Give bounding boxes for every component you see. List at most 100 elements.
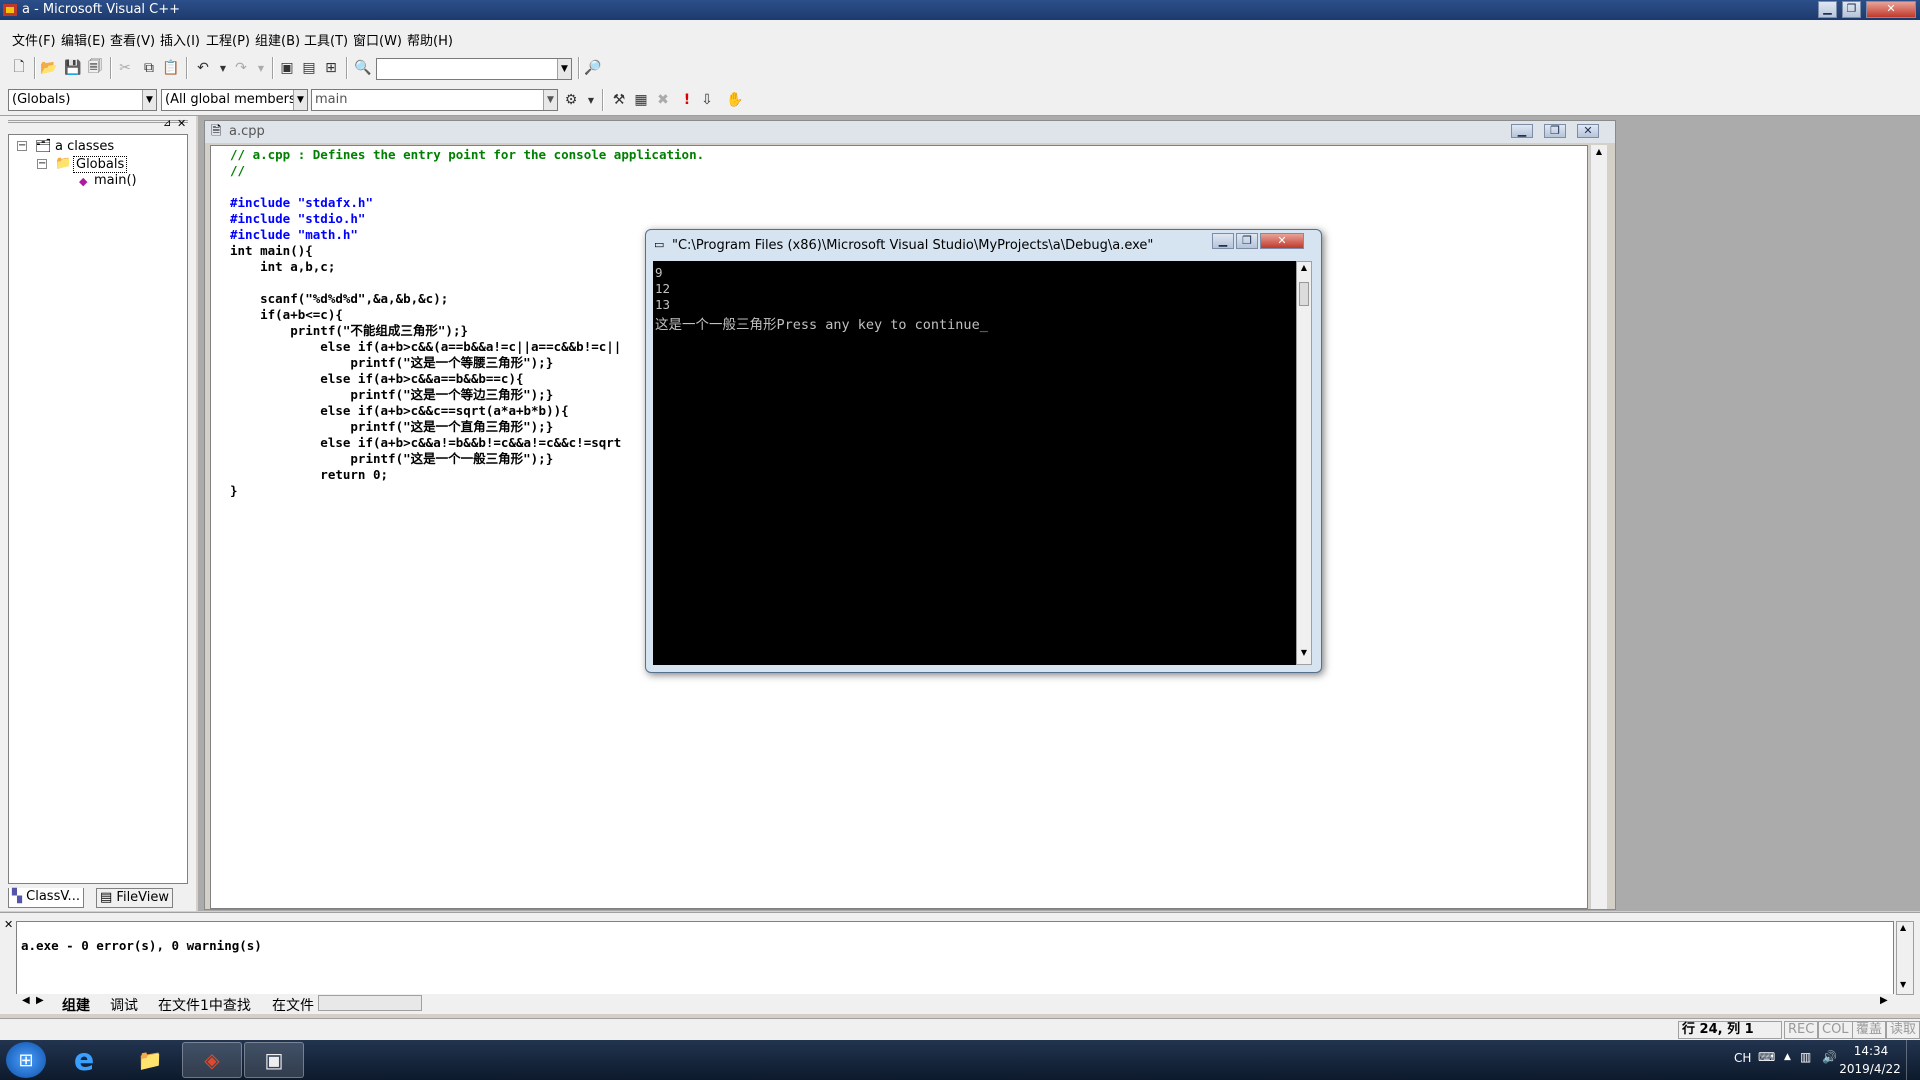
scope-combo[interactable]: (Globals) ▼ bbox=[8, 89, 157, 111]
find-in-files-icon[interactable]: 🔍 bbox=[352, 57, 374, 79]
clock-time[interactable]: 14:34 bbox=[1850, 1044, 1892, 1058]
doc-minimize-button[interactable]: ▁ bbox=[1511, 124, 1533, 138]
keyboard-icon[interactable]: ⌨ bbox=[1758, 1050, 1775, 1064]
tab-classview[interactable]: ▚ ClassV... bbox=[8, 888, 84, 908]
editor-scrollbar[interactable]: ▲ bbox=[1590, 145, 1607, 909]
console-taskbar-icon[interactable]: ▣ bbox=[244, 1042, 304, 1078]
tab-find-in-files-2[interactable]: 在文件 bbox=[272, 995, 314, 1015]
menu-edit[interactable]: 编辑(E) bbox=[61, 30, 105, 49]
chevron-down-icon[interactable]: ▼ bbox=[543, 90, 557, 110]
compile-icon[interactable]: ⚒ bbox=[608, 89, 630, 111]
go-icon[interactable]: ⇩ bbox=[696, 89, 718, 111]
doc-close-button[interactable]: ✕ bbox=[1577, 124, 1599, 138]
open-icon[interactable]: 📂 bbox=[38, 57, 60, 79]
language-indicator[interactable]: CH bbox=[1734, 1051, 1751, 1065]
close-button[interactable]: ✕ bbox=[1866, 1, 1916, 18]
clock-date[interactable]: 2019/4/22 bbox=[1838, 1062, 1902, 1076]
workspace-toggle-icon[interactable]: ▣ bbox=[276, 57, 298, 79]
menu-build[interactable]: 组建(B) bbox=[255, 30, 300, 49]
menu-project[interactable]: 工程(P) bbox=[206, 30, 250, 49]
build-icon[interactable]: ▦ bbox=[630, 89, 652, 111]
wizard-action-icon[interactable]: ⚙ bbox=[560, 89, 582, 111]
stop-build-icon[interactable]: ✖ bbox=[652, 89, 674, 111]
start-button[interactable]: ⊞ bbox=[6, 1042, 46, 1078]
menu-view[interactable]: 查看(V) bbox=[110, 30, 155, 49]
tab-scroll-left-icon[interactable]: ◀ bbox=[22, 995, 30, 1006]
ie-icon[interactable]: e bbox=[54, 1042, 114, 1078]
redo-dropdown-icon[interactable]: ▼ bbox=[250, 57, 272, 79]
function-combo[interactable]: main ▼ bbox=[311, 89, 558, 111]
console-scroll-thumb[interactable] bbox=[1299, 282, 1309, 306]
workspace-grip[interactable] bbox=[8, 120, 188, 130]
save-icon[interactable]: 💾 bbox=[62, 57, 84, 79]
show-hidden-icons-icon[interactable]: ▲ bbox=[1784, 1052, 1791, 1062]
show-desktop-button[interactable] bbox=[1906, 1040, 1920, 1080]
scroll-right-icon[interactable]: ▶ bbox=[1880, 995, 1888, 1006]
cpp-file-icon: 🗎 bbox=[211, 124, 222, 139]
tab-scroll-right-icon[interactable]: ▶ bbox=[36, 995, 44, 1006]
close-pane-icon[interactable]: ✕ bbox=[177, 117, 186, 130]
undo-icon[interactable]: ↶ bbox=[192, 57, 214, 79]
redo-icon[interactable]: ↷ bbox=[230, 57, 252, 79]
console-maximize-button[interactable]: ❐ bbox=[1236, 233, 1258, 249]
menu-tools[interactable]: 工具(T) bbox=[304, 30, 348, 49]
output-toggle-icon[interactable]: ▤ bbox=[298, 57, 320, 79]
new-file-icon[interactable]: 🗋 bbox=[8, 57, 30, 79]
paste-icon[interactable]: 📋 bbox=[160, 57, 182, 79]
search-icon[interactable]: 🔎 bbox=[582, 57, 604, 79]
console-scrollbar[interactable]: ▲ ▼ bbox=[1296, 261, 1312, 665]
collapse-icon[interactable]: − bbox=[37, 159, 47, 169]
tab-build[interactable]: 组建 bbox=[62, 995, 90, 1015]
tree-root[interactable]: a classes bbox=[55, 139, 114, 154]
visual-cpp-taskbar-icon[interactable]: ◈ bbox=[182, 1042, 242, 1078]
console-minimize-button[interactable]: ▁ bbox=[1212, 233, 1234, 249]
tab-fileview[interactable]: ▤ FileView bbox=[96, 888, 174, 908]
breakpoint-hand-icon[interactable]: ✋ bbox=[724, 89, 746, 111]
chevron-down-icon[interactable]: ▼ bbox=[293, 90, 307, 110]
window-list-icon[interactable]: ⊞ bbox=[320, 57, 342, 79]
chevron-down-icon[interactable]: ▼ bbox=[142, 90, 156, 110]
doc-restore-button[interactable]: ❐ bbox=[1544, 124, 1566, 138]
scroll-up-icon[interactable]: ▲ bbox=[1900, 923, 1906, 932]
tab-debug[interactable]: 调试 bbox=[110, 995, 138, 1015]
tree-main[interactable]: main() bbox=[94, 173, 137, 188]
scroll-up-icon[interactable]: ▲ bbox=[1298, 263, 1310, 272]
scroll-up-icon[interactable]: ▲ bbox=[1592, 147, 1606, 161]
scroll-down-icon[interactable]: ▼ bbox=[1900, 980, 1906, 989]
menu-help[interactable]: 帮助(H) bbox=[407, 30, 453, 49]
cut-icon[interactable]: ✂ bbox=[114, 57, 136, 79]
console-line: 12 bbox=[655, 281, 671, 296]
code-line: } bbox=[230, 483, 238, 498]
explorer-icon[interactable]: 📁 bbox=[120, 1042, 180, 1078]
tree-globals[interactable]: Globals bbox=[73, 156, 128, 173]
vc-app-icon bbox=[2, 2, 18, 18]
window-title: a - Microsoft Visual C++ bbox=[22, 2, 181, 17]
minimize-button[interactable]: ▁ bbox=[1818, 1, 1837, 18]
output-scrollbar[interactable]: ▲ ▼ bbox=[1896, 921, 1914, 995]
output-hscrollbar[interactable] bbox=[318, 995, 422, 1011]
editor-gutter[interactable] bbox=[212, 147, 224, 907]
chevron-down-icon[interactable]: ▼ bbox=[557, 59, 571, 79]
code-line: if(a+b<=c){ bbox=[230, 307, 343, 322]
volume-icon[interactable]: 🔊 bbox=[1822, 1050, 1837, 1064]
maximize-button[interactable]: ❐ bbox=[1842, 1, 1861, 18]
copy-icon[interactable]: ⧉ bbox=[138, 57, 160, 79]
console-close-button[interactable]: ✕ bbox=[1260, 233, 1304, 249]
scroll-down-icon[interactable]: ▼ bbox=[1298, 648, 1310, 657]
find-combo[interactable]: ▼ bbox=[376, 58, 572, 80]
save-all-icon[interactable]: 🗐 bbox=[84, 57, 106, 79]
close-pane-icon[interactable]: ✕ bbox=[4, 918, 13, 931]
execute-icon[interactable]: ! bbox=[676, 89, 698, 111]
output-text-area[interactable]: a.exe - 0 error(s), 0 warning(s) bbox=[16, 921, 1894, 995]
tab-find-in-files-1[interactable]: 在文件1中查找 bbox=[158, 995, 251, 1015]
network-icon[interactable]: ▥ bbox=[1800, 1050, 1811, 1064]
status-col: COL bbox=[1818, 1021, 1853, 1039]
menu-file[interactable]: 文件(F) bbox=[12, 30, 56, 49]
menu-window[interactable]: 窗口(W) bbox=[353, 30, 402, 49]
collapse-icon[interactable]: − bbox=[17, 141, 27, 151]
menu-insert[interactable]: 插入(I) bbox=[160, 30, 200, 49]
members-combo[interactable]: (All global members ▼ bbox=[161, 89, 308, 111]
dock-icon[interactable]: ⊿ bbox=[163, 118, 171, 129]
wizard-dropdown-icon[interactable]: ▼ bbox=[580, 89, 602, 111]
menu-bar: 文件(F) 编辑(E) 查看(V) 插入(I) 工程(P) 组建(B) 工具(T… bbox=[0, 20, 1920, 56]
